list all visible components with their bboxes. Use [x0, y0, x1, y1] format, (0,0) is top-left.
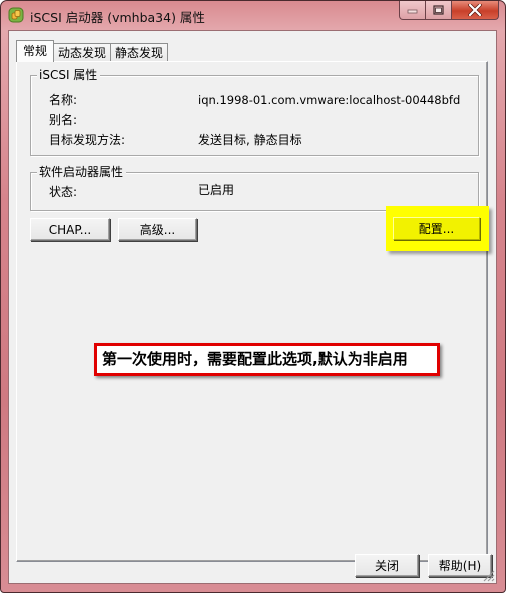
name-label: 名称:: [49, 93, 78, 107]
tab-strip: 常规 动态发现 静态发现: [16, 40, 169, 62]
resize-grip-icon[interactable]: [481, 568, 495, 582]
maximize-button[interactable]: [426, 1, 452, 20]
discovery-method-value: 发送目标, 静态目标: [198, 133, 302, 147]
configure-button[interactable]: 配置...: [393, 217, 480, 240]
advanced-button[interactable]: 高级...: [118, 218, 197, 241]
status-value: 已启用: [198, 183, 235, 197]
alias-label: 别名:: [49, 113, 78, 127]
properties-dialog-window: iSCSI 启动器 (vmhba34) 属性 常规 动态发现 静态发现 iSCS…: [0, 0, 506, 593]
general-tab-panel: iSCSI 属性 名称: iqn.1998-01.com.vmware:loca…: [16, 61, 488, 562]
chap-button[interactable]: CHAP...: [30, 218, 110, 241]
tab-dynamic-discovery[interactable]: 动态发现: [53, 43, 112, 62]
discovery-method-label: 目标发现方法:: [49, 133, 126, 147]
iscsi-properties-legend: iSCSI 属性: [37, 68, 101, 82]
close-window-button[interactable]: [452, 1, 499, 20]
minimize-button[interactable]: [399, 1, 426, 20]
status-label: 状态:: [49, 185, 78, 199]
caption-buttons: [399, 1, 499, 20]
maximize-icon: [433, 5, 444, 15]
tab-static-discovery[interactable]: 静态发现: [110, 43, 169, 62]
vsphere-app-icon: [8, 7, 24, 23]
iscsi-properties-group: iSCSI 属性 名称: iqn.1998-01.com.vmware:loca…: [30, 68, 479, 156]
software-initiator-legend: 软件启动器属性: [37, 165, 127, 179]
minimize-icon: [407, 9, 418, 14]
close-icon: [468, 4, 482, 16]
title-bar[interactable]: iSCSI 启动器 (vmhba34) 属性: [1, 1, 505, 29]
tab-general[interactable]: 常规: [16, 40, 55, 62]
dialog-client-area: 常规 动态发现 静态发现 iSCSI 属性 名称: iqn.1998-01.co…: [8, 30, 497, 584]
close-button[interactable]: 关闭: [355, 554, 419, 577]
annotation-callout: 第一次使用时，需要配置此选项,默认为非启用: [94, 343, 440, 376]
name-value: iqn.1998-01.com.vmware:localhost-00448bf…: [198, 93, 461, 107]
window-title: iSCSI 启动器 (vmhba34) 属性: [30, 10, 205, 25]
